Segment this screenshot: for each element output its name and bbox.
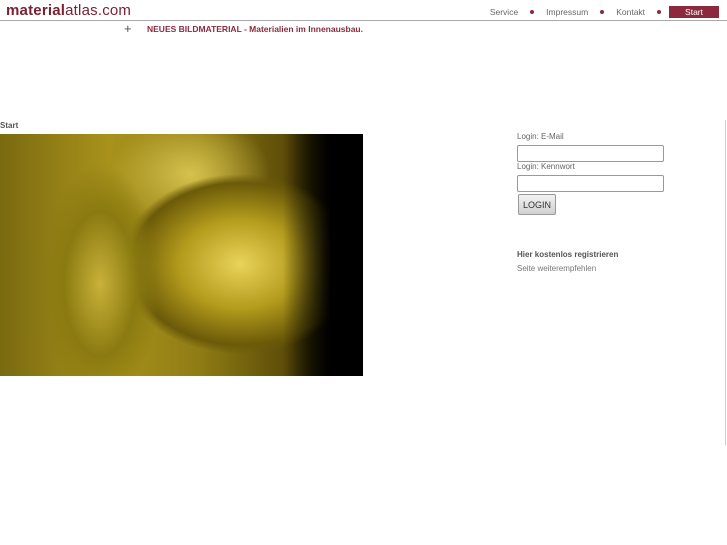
- column-divider: [725, 120, 726, 445]
- password-field[interactable]: [517, 175, 664, 192]
- bullet-icon: [600, 10, 605, 14]
- email-label: Login: E-Mail: [517, 132, 564, 141]
- nav-impressum[interactable]: Impressum: [542, 7, 592, 17]
- header-divider: [0, 20, 727, 21]
- register-link[interactable]: Hier kostenlos registrieren: [517, 250, 618, 259]
- hero-image: [0, 134, 363, 376]
- nav-service[interactable]: Service: [486, 7, 522, 17]
- plus-icon[interactable]: +: [124, 21, 132, 36]
- bullet-icon: [530, 10, 535, 14]
- email-field[interactable]: [517, 145, 664, 162]
- password-label: Login: Kennwort: [517, 162, 575, 171]
- breadcrumb: Start: [0, 121, 19, 130]
- news-link[interactable]: NEUES BILDMATERIAL - Materialien im Inne…: [147, 24, 363, 34]
- logo-rest: atlas.com: [65, 2, 132, 19]
- bullet-icon: [657, 10, 662, 14]
- top-nav: Service Impressum Kontakt Start: [486, 6, 719, 18]
- nav-kontakt[interactable]: Kontakt: [612, 7, 649, 17]
- logo-bold: material: [6, 2, 66, 19]
- recommend-link[interactable]: Seite weiterempfehlen: [517, 264, 596, 273]
- nav-start[interactable]: Start: [669, 6, 719, 18]
- logo[interactable]: materialatlas.com: [6, 2, 131, 19]
- login-button[interactable]: LOGIN: [518, 194, 556, 215]
